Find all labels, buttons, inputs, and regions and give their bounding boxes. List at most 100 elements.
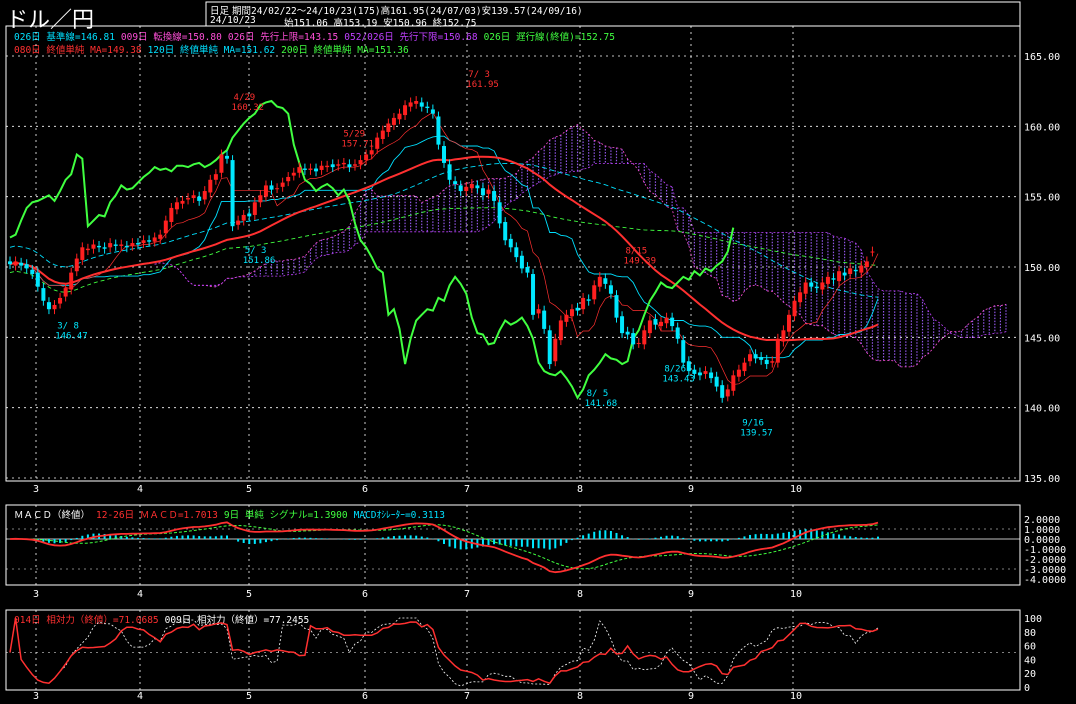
candle-body (642, 330, 647, 345)
candle-body (13, 261, 18, 266)
macd-tick-label: -4.0000 (1024, 575, 1066, 586)
month-label: 8 (577, 484, 583, 495)
candle-body (480, 188, 485, 196)
candle-body (169, 207, 174, 222)
month-label: 8 (577, 691, 583, 702)
candle-body (275, 188, 280, 190)
month-label: 10 (790, 589, 802, 600)
candle-body (525, 267, 530, 273)
month-label: 10 (790, 691, 802, 702)
annotation-value: 143.43 (662, 374, 695, 384)
annotation-value: 160.32 (232, 103, 265, 113)
candle-body (620, 316, 625, 334)
candle-body (686, 361, 691, 372)
candle-body (236, 220, 241, 225)
candle-body (186, 198, 191, 200)
candle-body (141, 240, 146, 244)
month-label: 3 (33, 589, 39, 600)
candle-body (391, 117, 396, 125)
annotation-date: 8/26 (664, 364, 686, 374)
annotation-value: 151.86 (243, 256, 276, 266)
candle-body (63, 288, 68, 297)
candle-body (514, 247, 519, 258)
candle-body (358, 160, 363, 165)
candle-body (653, 319, 658, 325)
candle-body (692, 369, 697, 374)
candle-body (781, 330, 786, 342)
candle-body (225, 155, 229, 159)
candle-body (24, 264, 29, 269)
candle-body (848, 268, 853, 275)
candle-body (364, 154, 369, 161)
candle-body (319, 165, 324, 170)
candle-body (859, 265, 864, 273)
candle-body (536, 309, 541, 314)
month-label: 10 (790, 484, 802, 495)
candle-body (681, 340, 686, 363)
candle-body (486, 189, 491, 194)
month-label: 4 (137, 589, 143, 600)
candle-body (798, 292, 803, 303)
candle-body (130, 243, 135, 246)
annotation-value: 141.68 (585, 399, 618, 409)
candle-body (258, 195, 263, 203)
candle-body (269, 185, 274, 190)
candle-body (297, 167, 302, 173)
candle-body (197, 196, 202, 201)
candle-body (119, 244, 124, 246)
candle-body (291, 172, 296, 176)
candle-body (52, 304, 57, 310)
candle-body (330, 164, 335, 168)
candle-body (703, 371, 708, 374)
candle-body (659, 321, 663, 327)
candle-body (731, 375, 736, 391)
candle-body (597, 276, 602, 287)
candle-body (397, 113, 402, 120)
candle-body (58, 297, 63, 304)
rsi-tick-label: 40 (1024, 655, 1036, 666)
candle-body (625, 331, 630, 335)
candle-body (842, 272, 847, 276)
month-label: 8 (577, 589, 583, 600)
annotation-date: 8/15 (626, 247, 648, 257)
candle-body (553, 338, 558, 362)
candle-body (425, 106, 430, 109)
candle-body (697, 372, 702, 376)
candle-body (720, 385, 725, 398)
candle-body (35, 272, 40, 287)
candle-body (764, 359, 769, 365)
candle-body (736, 369, 741, 377)
price-tick-label: 150.00 (1024, 263, 1060, 274)
candle-body (408, 102, 413, 107)
candle-body (825, 276, 830, 284)
header-box (205, 1, 1021, 27)
candle-body (853, 269, 858, 272)
candle-body (314, 168, 319, 172)
candle-body (85, 248, 90, 251)
candle-body (475, 185, 480, 189)
candle-body (803, 282, 808, 294)
month-label: 5 (246, 691, 252, 702)
candle-body (97, 245, 102, 248)
month-label: 4 (137, 484, 143, 495)
candle-body (202, 191, 207, 200)
candle-body (508, 238, 513, 248)
annotation-date: 5/ 3 (245, 246, 267, 256)
candle-body (742, 362, 747, 372)
candle-body (614, 295, 619, 318)
candle-body (180, 200, 185, 204)
candle-body (436, 116, 441, 145)
candle-body (586, 299, 591, 301)
month-label: 7 (464, 589, 470, 600)
candle-body (341, 162, 346, 165)
candle-body (230, 160, 235, 227)
month-label: 9 (688, 589, 694, 600)
candle-body (369, 150, 374, 155)
candle-body (41, 288, 46, 301)
month-label: 5 (246, 484, 252, 495)
price-tick-label: 135.00 (1024, 474, 1060, 485)
candle-body (403, 105, 408, 116)
annotation-value: 146.47 (55, 332, 88, 342)
candle-body (152, 237, 157, 242)
kijun-line (9, 135, 879, 359)
